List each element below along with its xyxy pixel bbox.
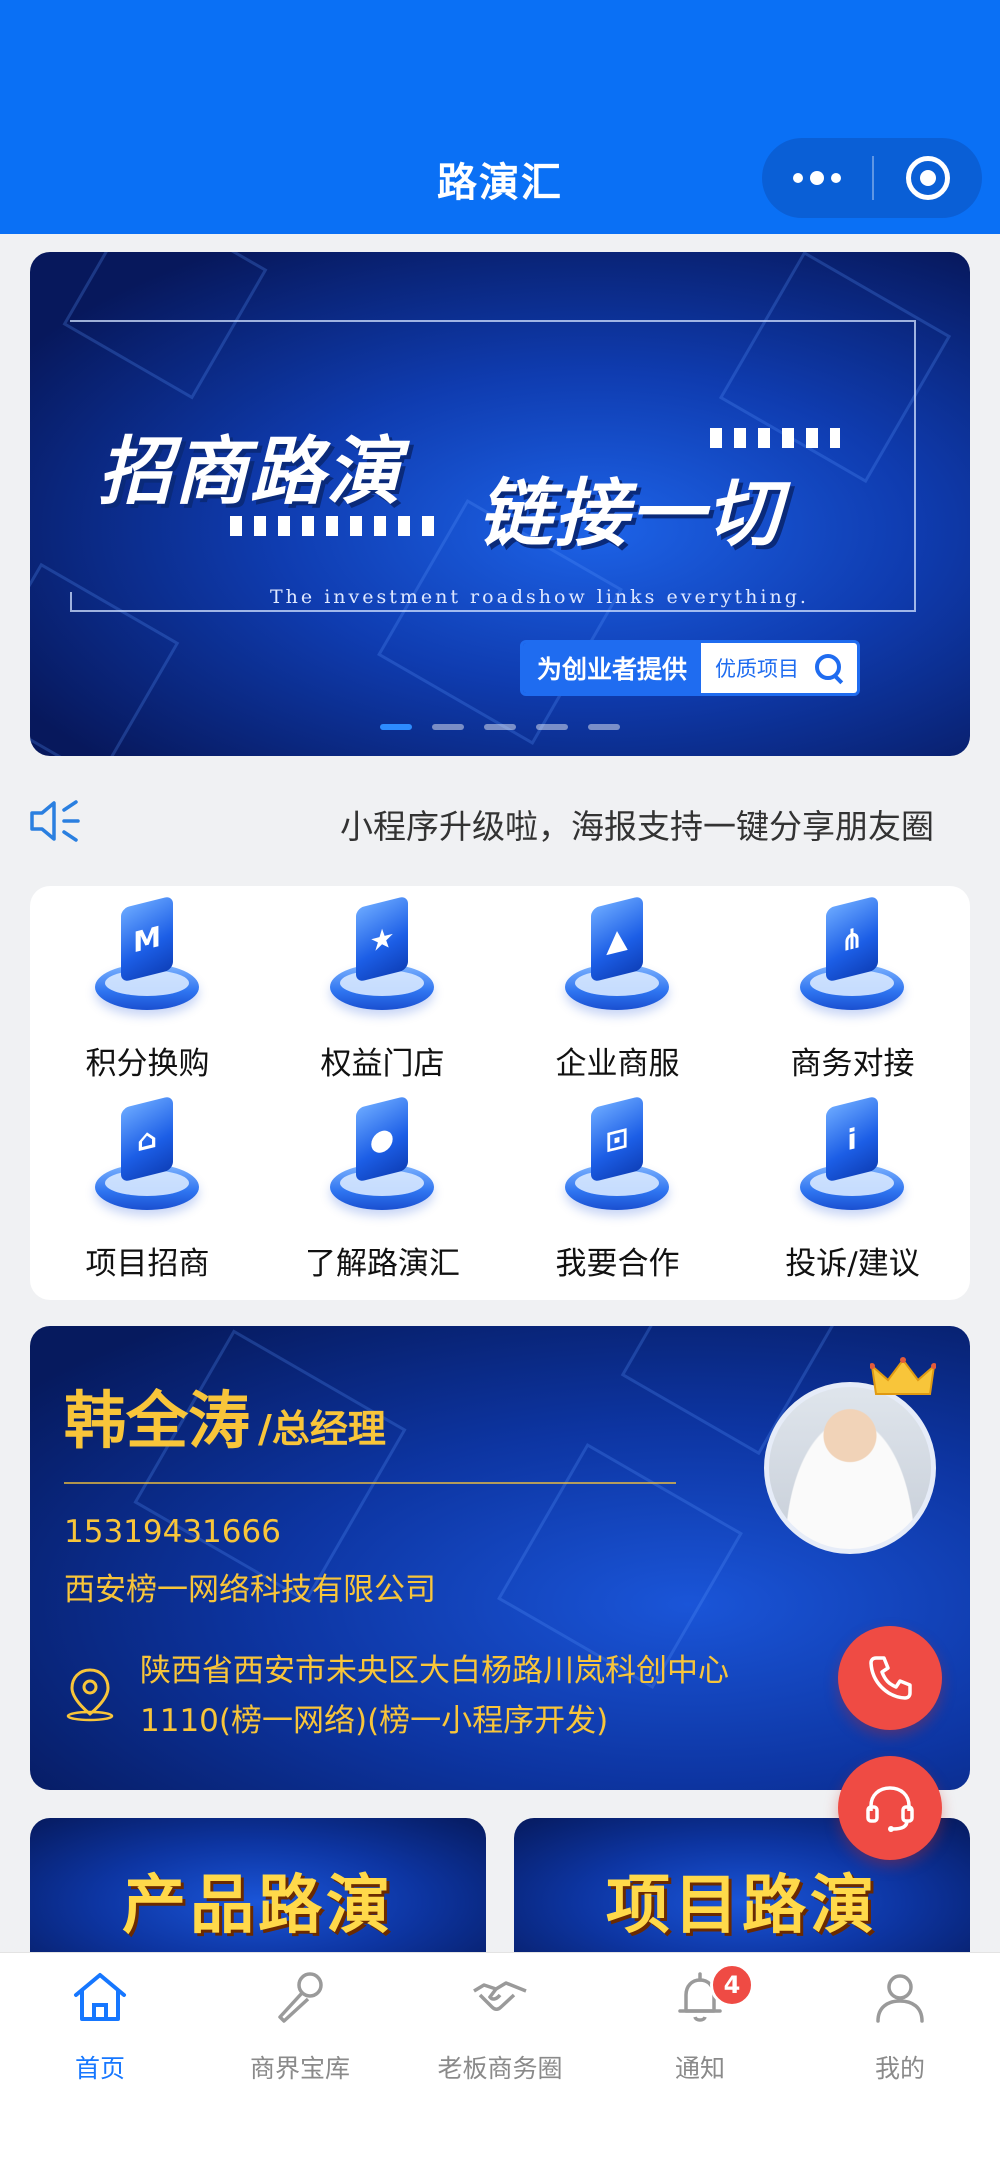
microphone-icon [278,1972,323,2023]
tab-label: 通知 [674,2054,725,2083]
carousel-dot[interactable] [536,724,568,730]
notice-bar[interactable]: 小程序升级啦，海报支持一键分享朋友圈 [0,780,1000,860]
notification-badge: 4 [710,1963,754,2007]
business-card[interactable]: 韩全涛 /总经理 15319431666 西安榜一网络科技有限公司 陕西省西安市… [30,1326,970,1790]
product-roadshow-card[interactable]: 产品路演 [30,1818,486,1958]
notice-text: 小程序升级啦，海报支持一键分享朋友圈 [340,807,934,846]
tab-home[interactable]: 首页 [0,1967,200,2087]
tab-label: 老板商务圈 [437,2054,563,2083]
tab-label: 首页 [74,2054,125,2083]
project-investment-icon: ⌂ [95,1095,199,1216]
more-menu-icon[interactable] [762,138,872,218]
banner-box-left: 为创业者提供 [523,643,702,693]
headset-icon [866,1786,914,1832]
tab-label: 我的 [874,2054,925,2083]
menu-item-label: 企业商服 [555,1046,680,1082]
card-phone[interactable]: 15319431666 [64,1514,281,1550]
home-icon [74,1973,126,2021]
menu-item-label: 项目招商 [85,1246,210,1282]
crown-icon [870,1357,936,1395]
avatar [764,1382,936,1554]
menu-item-business-connect[interactable]: ⋔ 商务对接 [735,886,970,1086]
carousel-dot[interactable] [588,724,620,730]
business-connect-icon: ⋔ [800,895,904,1016]
points-exchange-icon: M [95,895,199,1016]
banner-search-box: 为创业者提供 优质项目 [520,640,861,696]
mini-program-capsule [762,138,982,218]
carousel-dot[interactable] [380,724,412,730]
feature-menu: M 积分换购 ★ 权益门店 ▲ 企业商服 ⋔ 商务对接 ⌂ 项目招商 ● 了解路… [30,886,970,1300]
card-job-title: /总经理 [258,1407,386,1451]
menu-item-label: 了解路演汇 [305,1246,460,1282]
promo-label: 项目路演 [606,1869,878,1943]
customer-service-button[interactable] [838,1756,942,1860]
menu-item-cooperate[interactable]: ⊡ 我要合作 [500,1086,735,1286]
bottom-tab-bar: 首页 商界宝库 老板商务圈 4 通知 我的 [0,1952,1000,2164]
menu-item-label: 商务对接 [790,1046,915,1082]
promo-label: 产品路演 [122,1869,394,1943]
menu-item-label: 权益门店 [320,1046,445,1082]
phone-icon [869,1656,912,1700]
menu-item-project-investment[interactable]: ⌂ 项目招商 [30,1086,265,1286]
cooperate-icon: ⊡ [565,1095,669,1216]
handshake-icon [473,1981,527,2011]
carousel-indicator [380,724,620,730]
speaker-icon [30,800,80,842]
menu-item-benefit-store[interactable]: ★ 权益门店 [265,886,500,1086]
card-company: 西安榜一网络科技有限公司 [64,1572,436,1608]
banner-checker-decor [230,516,440,536]
search-icon [815,654,843,682]
tab-boss-circle[interactable]: 老板商务圈 [400,1967,600,2087]
menu-item-label: 积分换购 [85,1046,210,1082]
tab-notifications[interactable]: 4 通知 [600,1963,800,2087]
call-button[interactable] [838,1626,942,1730]
banner-headline-left: 招商路演 [98,429,402,515]
tab-business-library[interactable]: 商界宝库 [200,1967,400,2087]
menu-item-enterprise-service[interactable]: ▲ 企业商服 [500,886,735,1086]
carousel-dot[interactable] [484,724,516,730]
banner-subtitle: The investment roadshow links everything… [270,586,809,608]
hero-banner[interactable]: 招商路演 链接一切 The investment roadshow links … [30,252,970,756]
menu-item-about[interactable]: ● 了解路演汇 [265,1086,500,1286]
enterprise-service-icon: ▲ [565,895,669,1016]
menu-item-complaint[interactable]: i 投诉/建议 [735,1086,970,1286]
about-icon: ● [330,1095,434,1216]
location-pin-icon [66,1668,114,1722]
tab-label: 商界宝库 [249,2054,350,2083]
card-divider [64,1482,676,1484]
carousel-dot[interactable] [432,724,464,730]
nav-header: 路演汇 [0,0,1000,234]
banner-box-right: 优质项目 [701,643,858,693]
menu-item-points-exchange[interactable]: M 积分换购 [30,886,265,1086]
benefit-store-icon: ★ [330,895,434,1016]
menu-item-label: 投诉/建议 [785,1246,920,1282]
banner-box-right-label: 优质项目 [715,657,800,681]
tab-profile[interactable]: 我的 [800,1967,1000,2087]
card-name: 韩全涛 [64,1384,251,1457]
user-icon [876,1974,924,2023]
banner-checker-decor [710,428,840,448]
menu-item-label: 我要合作 [555,1246,680,1282]
banner-headline-right: 链接一切 [478,471,782,557]
card-address: 陕西省西安市未央区大白杨路川岚科创中心1110(榜一网络)(榜一小程序开发) [140,1653,729,1739]
complaint-icon: i [800,1095,904,1216]
close-target-icon[interactable] [874,138,982,218]
